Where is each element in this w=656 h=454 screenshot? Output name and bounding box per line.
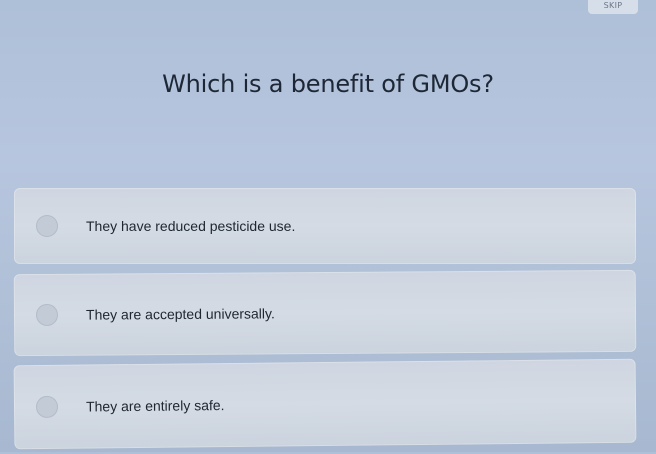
answer-option-3[interactable]: They are entirely safe. [13, 358, 637, 450]
radio-circle-icon[interactable] [36, 215, 58, 237]
radio-circle-icon[interactable] [35, 395, 59, 419]
answer-options: They have reduced pesticide use. They ar… [13, 188, 637, 454]
answer-option-label: They are accepted universally. [85, 305, 275, 323]
radio-circle-icon[interactable] [35, 303, 59, 327]
answer-option-label: They have reduced pesticide use. [86, 218, 296, 234]
skip-button[interactable]: SKIP [588, 0, 638, 14]
answer-option-2[interactable]: They are accepted universally. [13, 269, 637, 357]
answer-option-1[interactable]: They have reduced pesticide use. [14, 188, 636, 264]
answer-option-label: They are entirely safe. [85, 397, 225, 415]
question-text: Which is a benefit of GMOs? [162, 70, 494, 98]
